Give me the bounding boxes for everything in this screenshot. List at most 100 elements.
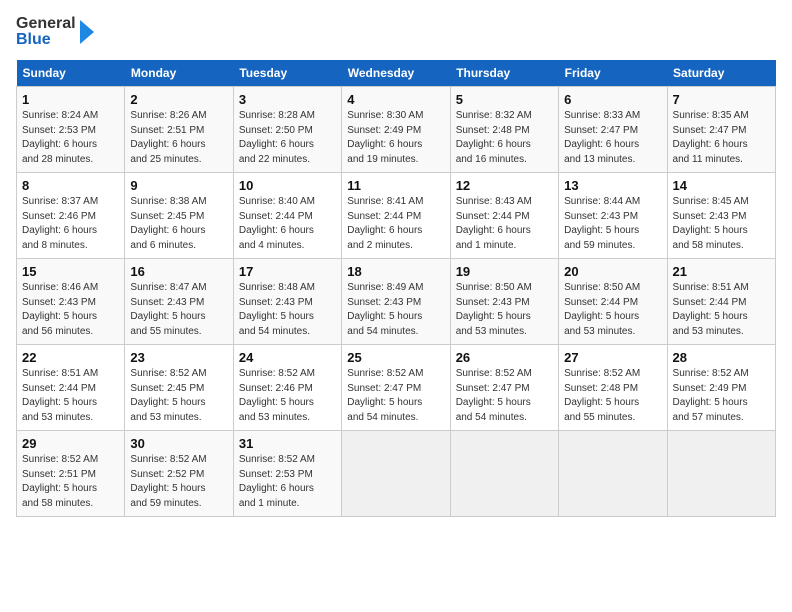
day-number: 12: [456, 178, 553, 193]
column-header-saturday: Saturday: [667, 60, 775, 87]
calendar-cell: 26 Sunrise: 8:52 AM Sunset: 2:47 PM Dayli…: [450, 345, 558, 431]
day-number: 26: [456, 350, 553, 365]
day-info: Sunrise: 8:50 AM Sunset: 2:43 PM Dayligh…: [456, 281, 553, 339]
day-number: 1: [22, 92, 119, 107]
day-number: 29: [22, 436, 119, 451]
calendar-cell: 27 Sunrise: 8:52 AM Sunset: 2:48 PM Dayli…: [559, 345, 667, 431]
calendar-cell: 2 Sunrise: 8:26 AM Sunset: 2:51 PM Daylig…: [125, 87, 233, 173]
day-info: Sunrise: 8:24 AM Sunset: 2:53 PM Dayligh…: [22, 109, 119, 167]
column-header-wednesday: Wednesday: [342, 60, 450, 87]
calendar-cell: 12Sunrise: 8:43 AM Sunset: 2:44 PM Dayli…: [450, 173, 558, 259]
day-info: Sunrise: 8:33 AM Sunset: 2:47 PM Dayligh…: [564, 109, 661, 167]
day-info: Sunrise: 8:52 AM Sunset: 2:47 PM Dayligh…: [456, 367, 553, 425]
calendar-cell: 25Sunrise: 8:52 AM Sunset: 2:47 PM Dayli…: [342, 345, 450, 431]
day-info: Sunrise: 8:41 AM Sunset: 2:44 PM Dayligh…: [347, 195, 444, 253]
day-info: Sunrise: 8:38 AM Sunset: 2:45 PM Dayligh…: [130, 195, 227, 253]
calendar-cell: 4 Sunrise: 8:30 AM Sunset: 2:49 PM Daylig…: [342, 87, 450, 173]
day-number: 30: [130, 436, 227, 451]
day-number: 18: [347, 264, 444, 279]
day-info: Sunrise: 8:51 AM Sunset: 2:44 PM Dayligh…: [22, 367, 119, 425]
day-info: Sunrise: 8:52 AM Sunset: 2:48 PM Dayligh…: [564, 367, 661, 425]
calendar-week-row: 8 Sunrise: 8:37 AM Sunset: 2:46 PM Daylig…: [17, 173, 776, 259]
calendar-cell: 8 Sunrise: 8:37 AM Sunset: 2:46 PM Daylig…: [17, 173, 125, 259]
day-info: Sunrise: 8:51 AM Sunset: 2:44 PM Dayligh…: [673, 281, 770, 339]
column-header-sunday: Sunday: [17, 60, 125, 87]
day-number: 21: [673, 264, 770, 279]
column-header-thursday: Thursday: [450, 60, 558, 87]
calendar-cell: 10Sunrise: 8:40 AM Sunset: 2:44 PM Dayli…: [233, 173, 341, 259]
day-info: Sunrise: 8:35 AM Sunset: 2:47 PM Dayligh…: [673, 109, 770, 167]
day-number: 8: [22, 178, 119, 193]
calendar-cell: 21 Sunrise: 8:51 AM Sunset: 2:44 PM Dayli…: [667, 259, 775, 345]
calendar-week-row: 1 Sunrise: 8:24 AM Sunset: 2:53 PM Daylig…: [17, 87, 776, 173]
day-number: 16: [130, 264, 227, 279]
day-info: Sunrise: 8:44 AM Sunset: 2:43 PM Dayligh…: [564, 195, 661, 253]
day-info: Sunrise: 8:49 AM Sunset: 2:43 PM Dayligh…: [347, 281, 444, 339]
day-info: Sunrise: 8:30 AM Sunset: 2:49 PM Dayligh…: [347, 109, 444, 167]
calendar-cell: 6Sunrise: 8:33 AM Sunset: 2:47 PM Daylig…: [559, 87, 667, 173]
day-number: 28: [673, 350, 770, 365]
calendar-cell: 15 Sunrise: 8:46 AM Sunset: 2:43 PM Dayli…: [17, 259, 125, 345]
day-number: 22: [22, 350, 119, 365]
day-number: 23: [130, 350, 227, 365]
day-info: Sunrise: 8:46 AM Sunset: 2:43 PM Dayligh…: [22, 281, 119, 339]
logo-text-block: General Blue: [16, 16, 76, 48]
calendar-table: SundayMondayTuesdayWednesdayThursdayFrid…: [16, 60, 776, 517]
calendar-cell: 13 Sunrise: 8:44 AM Sunset: 2:43 PM Dayli…: [559, 173, 667, 259]
calendar-cell: 1 Sunrise: 8:24 AM Sunset: 2:53 PM Daylig…: [17, 87, 125, 173]
calendar-cell: 29Sunrise: 8:52 AM Sunset: 2:51 PM Dayli…: [17, 431, 125, 517]
calendar-cell: 5Sunrise: 8:32 AM Sunset: 2:48 PM Daylig…: [450, 87, 558, 173]
day-info: Sunrise: 8:52 AM Sunset: 2:45 PM Dayligh…: [130, 367, 227, 425]
day-number: 27: [564, 350, 661, 365]
day-number: 7: [673, 92, 770, 107]
day-number: 10: [239, 178, 336, 193]
calendar-cell: [450, 431, 558, 517]
day-number: 25: [347, 350, 444, 365]
day-number: 14: [673, 178, 770, 193]
day-info: Sunrise: 8:50 AM Sunset: 2:44 PM Dayligh…: [564, 281, 661, 339]
day-number: 15: [22, 264, 119, 279]
calendar-week-row: 15 Sunrise: 8:46 AM Sunset: 2:43 PM Dayli…: [17, 259, 776, 345]
day-number: 20: [564, 264, 661, 279]
calendar-cell: [342, 431, 450, 517]
day-number: 24: [239, 350, 336, 365]
day-info: Sunrise: 8:47 AM Sunset: 2:43 PM Dayligh…: [130, 281, 227, 339]
calendar-cell: 7 Sunrise: 8:35 AM Sunset: 2:47 PM Daylig…: [667, 87, 775, 173]
day-info: Sunrise: 8:28 AM Sunset: 2:50 PM Dayligh…: [239, 109, 336, 167]
day-number: 3: [239, 92, 336, 107]
calendar-week-row: 22 Sunrise: 8:51 AM Sunset: 2:44 PM Dayli…: [17, 345, 776, 431]
calendar-cell: 20 Sunrise: 8:50 AM Sunset: 2:44 PM Dayli…: [559, 259, 667, 345]
day-info: Sunrise: 8:26 AM Sunset: 2:51 PM Dayligh…: [130, 109, 227, 167]
calendar-cell: 17Sunrise: 8:48 AM Sunset: 2:43 PM Dayli…: [233, 259, 341, 345]
logo-blue-text: Blue: [16, 32, 76, 48]
day-number: 9: [130, 178, 227, 193]
calendar-cell: 18 Sunrise: 8:49 AM Sunset: 2:43 PM Dayli…: [342, 259, 450, 345]
day-info: Sunrise: 8:45 AM Sunset: 2:43 PM Dayligh…: [673, 195, 770, 253]
calendar-cell: 14 Sunrise: 8:45 AM Sunset: 2:43 PM Dayli…: [667, 173, 775, 259]
logo: General Blue: [16, 16, 94, 48]
calendar-cell: 19 Sunrise: 8:50 AM Sunset: 2:43 PM Dayli…: [450, 259, 558, 345]
calendar-cell: 3 Sunrise: 8:28 AM Sunset: 2:50 PM Daylig…: [233, 87, 341, 173]
calendar-header-row: SundayMondayTuesdayWednesdayThursdayFrid…: [17, 60, 776, 87]
day-number: 4: [347, 92, 444, 107]
calendar-week-row: 29Sunrise: 8:52 AM Sunset: 2:51 PM Dayli…: [17, 431, 776, 517]
calendar-cell: 23 Sunrise: 8:52 AM Sunset: 2:45 PM Dayli…: [125, 345, 233, 431]
day-number: 2: [130, 92, 227, 107]
calendar-cell: 28 Sunrise: 8:52 AM Sunset: 2:49 PM Dayli…: [667, 345, 775, 431]
calendar-cell: 31Sunrise: 8:52 AM Sunset: 2:53 PM Dayli…: [233, 431, 341, 517]
calendar-cell: 16 Sunrise: 8:47 AM Sunset: 2:43 PM Dayli…: [125, 259, 233, 345]
day-number: 19: [456, 264, 553, 279]
column-header-tuesday: Tuesday: [233, 60, 341, 87]
column-header-friday: Friday: [559, 60, 667, 87]
day-info: Sunrise: 8:37 AM Sunset: 2:46 PM Dayligh…: [22, 195, 119, 253]
calendar-cell: 24Sunrise: 8:52 AM Sunset: 2:46 PM Dayli…: [233, 345, 341, 431]
calendar-cell: [559, 431, 667, 517]
calendar-cell: [667, 431, 775, 517]
day-info: Sunrise: 8:52 AM Sunset: 2:49 PM Dayligh…: [673, 367, 770, 425]
calendar-cell: 9 Sunrise: 8:38 AM Sunset: 2:45 PM Daylig…: [125, 173, 233, 259]
day-number: 13: [564, 178, 661, 193]
calendar-cell: 30Sunrise: 8:52 AM Sunset: 2:52 PM Dayli…: [125, 431, 233, 517]
calendar-cell: 11Sunrise: 8:41 AM Sunset: 2:44 PM Dayli…: [342, 173, 450, 259]
day-number: 31: [239, 436, 336, 451]
calendar-cell: 22 Sunrise: 8:51 AM Sunset: 2:44 PM Dayli…: [17, 345, 125, 431]
